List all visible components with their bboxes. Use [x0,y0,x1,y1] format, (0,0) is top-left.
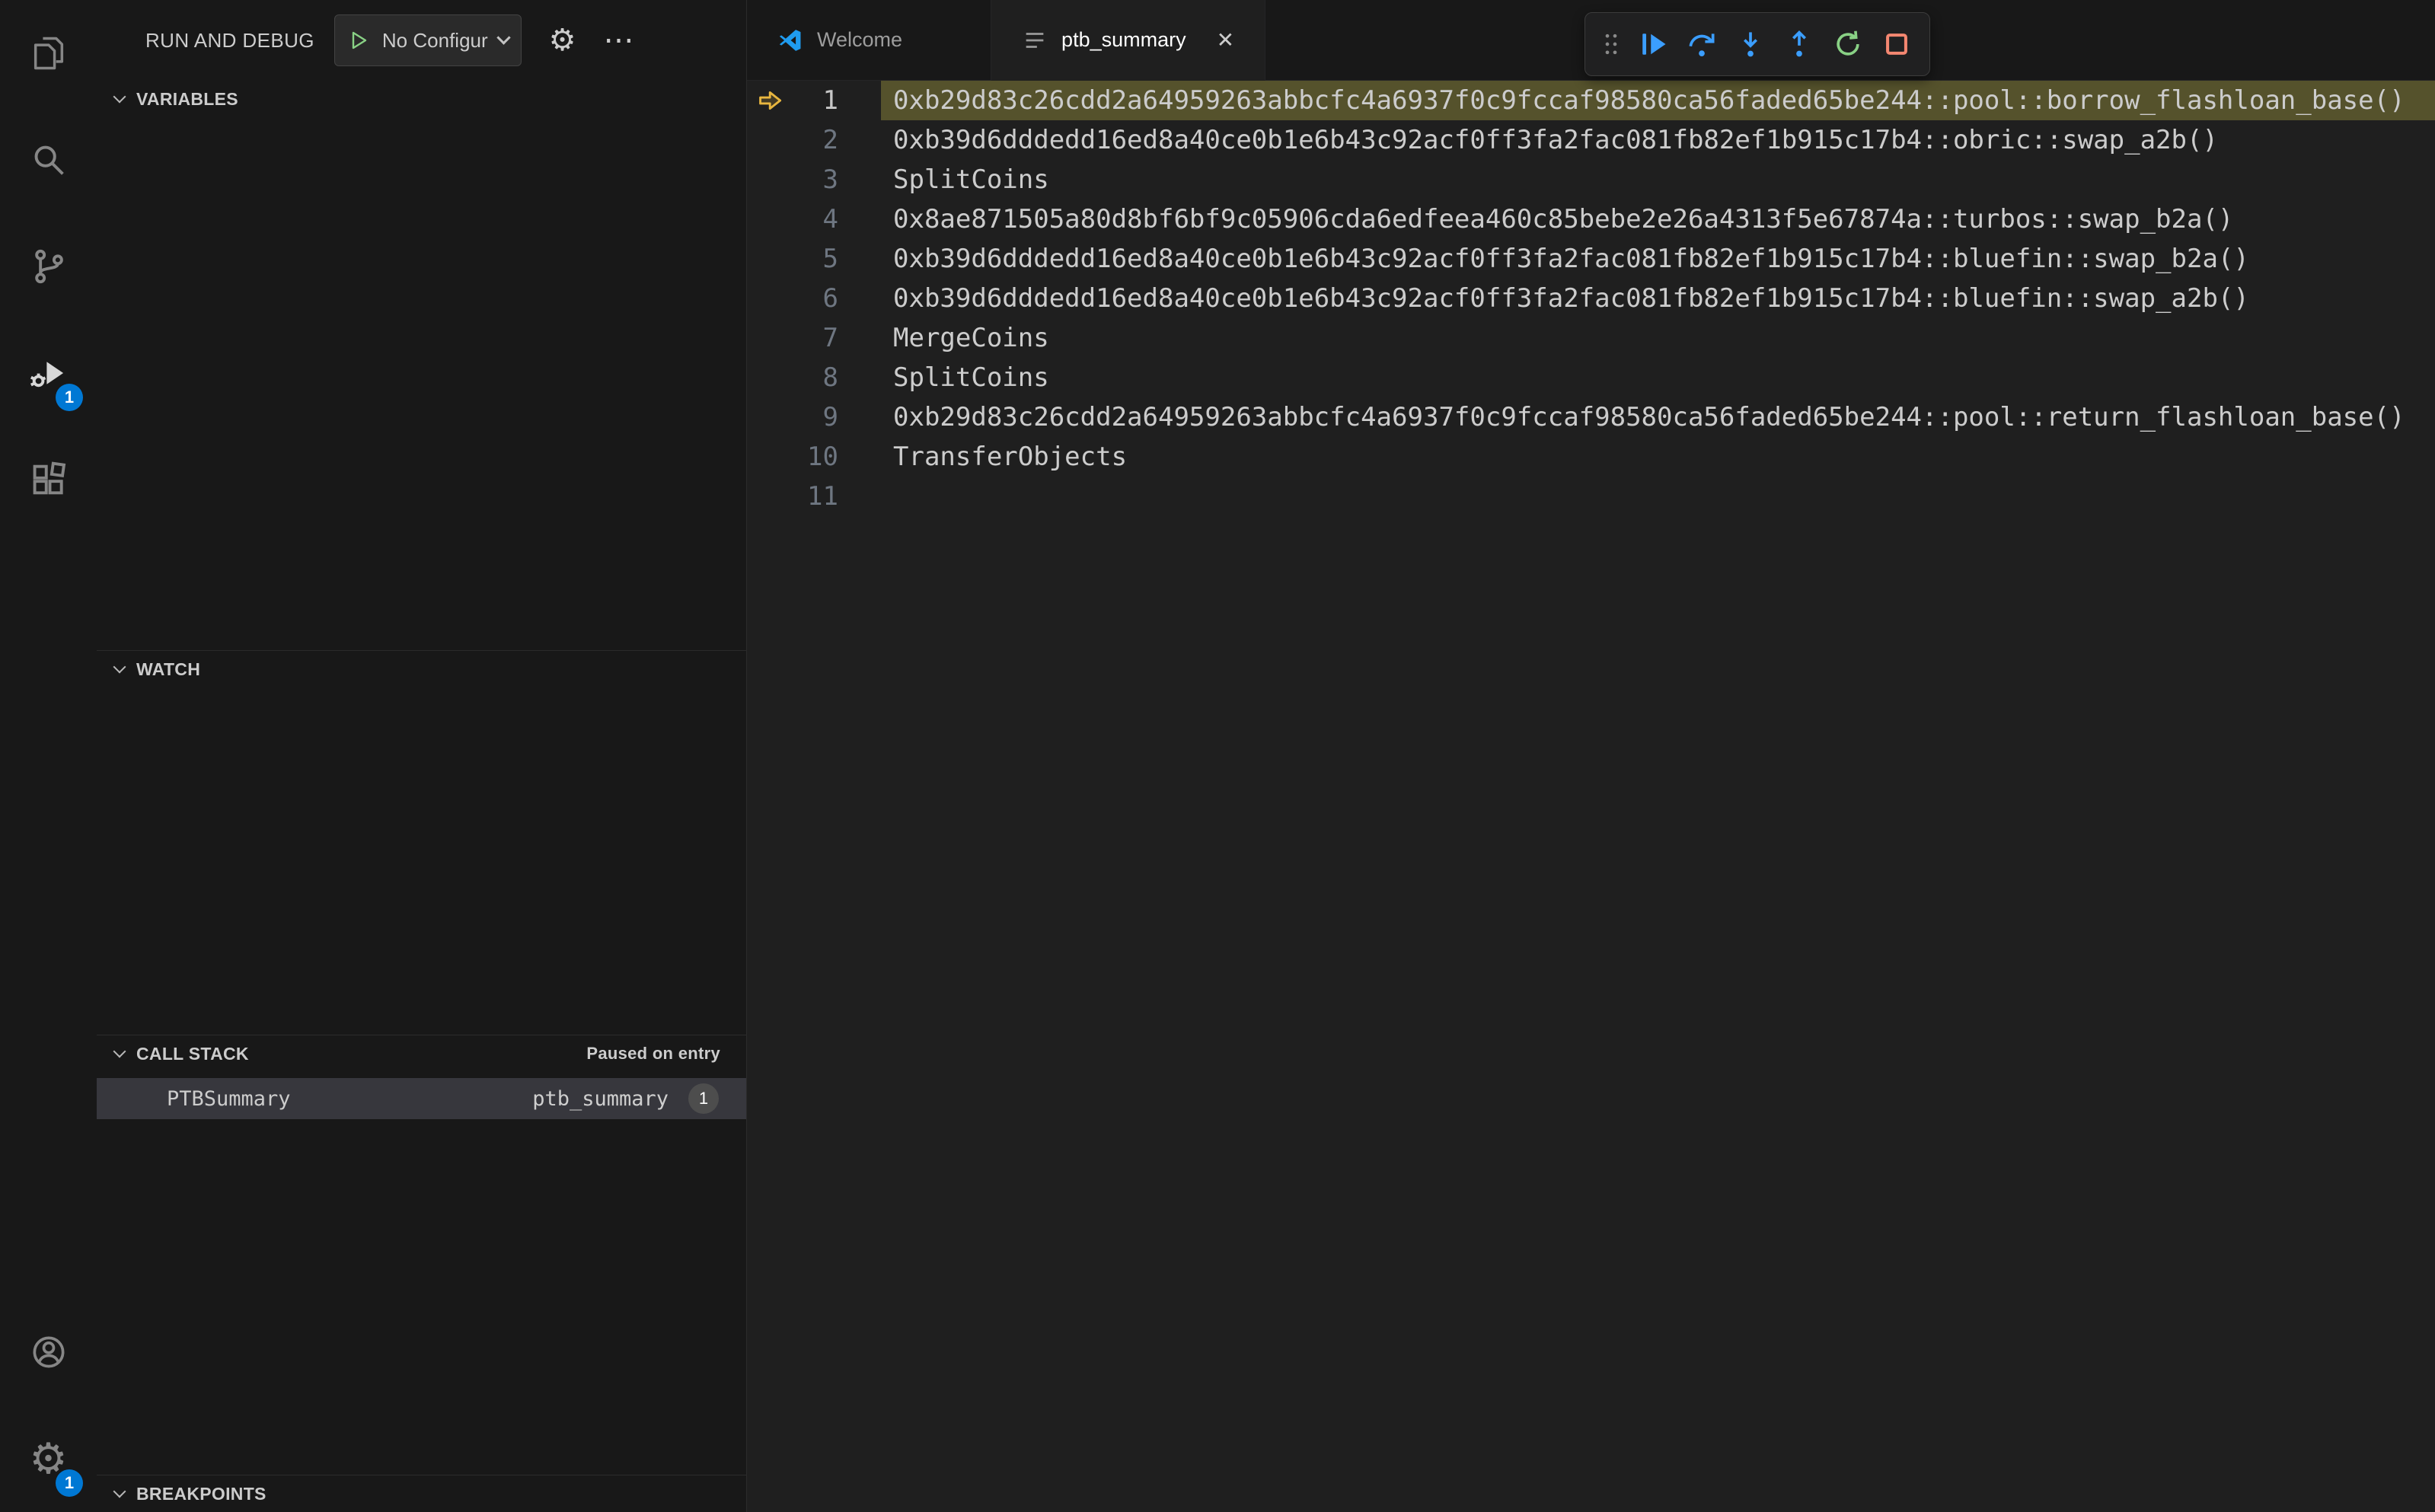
code-text[interactable]: SplitCoins [881,358,2435,397]
code-text[interactable]: SplitCoins [881,160,2435,199]
breakpoints-section-header[interactable]: BREAKPOINTS [97,1475,746,1512]
explorer-icon[interactable] [0,0,97,107]
chevron-down-icon [113,90,126,104]
call-stack-frame-row[interactable]: PTBSummary ptb_summary 1 [97,1078,746,1119]
line-number-gutter[interactable]: 8 [747,358,881,397]
sidebar-title: RUN AND DEBUG [145,28,314,52]
debug-step-into-icon[interactable] [1728,19,1773,69]
line-number-gutter[interactable]: 2 [747,120,881,160]
settings-count-badge: 1 [56,1469,83,1497]
call-stack-section: CALL STACK Paused on entry PTBSummary pt… [97,1035,746,1475]
chevron-down-icon [113,1485,126,1498]
code-editor[interactable]: 1 0xb29d83c26cdd2a64959263abbcfc4a6937f0… [747,81,2435,1512]
code-text[interactable]: 0xb39d6dddedd16ed8a40ce0b1e6b43c92acf0ff… [881,239,2435,279]
vscode-window: 1 ⚙ 1 RUN AND DEBUG No Configur ⚙ ⋯ VARI… [0,0,2435,1512]
debug-settings-gear-icon[interactable]: ⚙ [549,25,576,56]
line-number-gutter[interactable]: 7 [747,318,881,358]
account-icon[interactable] [0,1299,97,1405]
code-line[interactable]: 2 0xb39d6dddedd16ed8a40ce0b1e6b43c92acf0… [747,120,2435,160]
debug-step-over-icon[interactable] [1680,19,1724,69]
line-number-gutter[interactable]: 11 [747,477,881,516]
line-number-gutter[interactable]: 1 [747,81,881,120]
line-number-gutter[interactable]: 9 [747,397,881,437]
variables-body [97,117,746,650]
vscode-logo-icon [779,29,801,51]
tab-label: ptb_summary [1061,28,1186,51]
config-dropdown-label: No Configur [381,28,488,52]
activity-bar: 1 ⚙ 1 [0,0,97,1512]
code-text[interactable]: 0xb39d6dddedd16ed8a40ce0b1e6b43c92acf0ff… [881,279,2435,318]
paused-status-badge: Paused on entry [586,1044,720,1063]
list-file-icon [1026,32,1044,48]
code-line[interactable]: 10 TransferObjects [747,437,2435,477]
code-text[interactable]: 0xb29d83c26cdd2a64959263abbcfc4a6937f0c9… [881,81,2435,120]
code-text[interactable]: 0xb29d83c26cdd2a64959263abbcfc4a6937f0c9… [881,397,2435,437]
code-line[interactable]: 11 [747,477,2435,516]
line-number-gutter[interactable]: 3 [747,160,881,199]
debug-toolbar [1585,12,1930,76]
editor-tab-bar: Welcome ptb_summary ✕ [747,0,2435,81]
code-line[interactable]: 9 0xb29d83c26cdd2a64959263abbcfc4a6937f0… [747,397,2435,437]
extensions-icon[interactable] [0,426,97,533]
debug-count-badge: 1 [56,384,83,411]
run-debug-sidebar: RUN AND DEBUG No Configur ⚙ ⋯ VARIABLES … [97,0,747,1512]
debug-step-out-icon[interactable] [1777,19,1821,69]
watch-label: WATCH [136,659,201,679]
code-line[interactable]: 1 0xb29d83c26cdd2a64959263abbcfc4a6937f0… [747,81,2435,120]
line-number-gutter[interactable]: 4 [747,199,881,239]
close-icon[interactable]: ✕ [1217,27,1234,53]
code-text[interactable] [881,477,2435,516]
code-text[interactable]: TransferObjects [881,437,2435,477]
variables-section-header[interactable]: VARIABLES [97,81,746,117]
chevron-down-icon [113,1045,126,1058]
debug-config-dropdown[interactable]: No Configur [333,14,522,66]
code-line[interactable]: 5 0xb39d6dddedd16ed8a40ce0b1e6b43c92acf0… [747,239,2435,279]
settings-gear-icon[interactable]: ⚙ 1 [0,1405,97,1512]
code-text[interactable]: 0xb39d6dddedd16ed8a40ce0b1e6b43c92acf0ff… [881,120,2435,160]
tab-label: Welcome [817,28,903,51]
variables-section: VARIABLES [97,81,746,650]
debug-current-line-arrow-icon [759,91,782,110]
code-line[interactable]: 8 SplitCoins [747,358,2435,397]
breakpoints-label: BREAKPOINTS [136,1483,266,1504]
tab-ptb-summary[interactable]: ptb_summary ✕ [991,0,1266,81]
watch-body [97,687,746,1035]
code-line[interactable]: 7 MergeCoins [747,318,2435,358]
activity-bar-top: 1 [0,0,97,533]
start-debug-play-icon[interactable] [347,28,372,53]
line-number-gutter[interactable]: 6 [747,279,881,318]
variables-label: VARIABLES [136,88,238,109]
toolbar-drag-gripper[interactable] [1596,19,1626,69]
debug-stop-icon[interactable] [1875,19,1919,69]
call-stack-section-header[interactable]: CALL STACK Paused on entry [97,1035,746,1072]
call-stack-label: CALL STACK [136,1043,249,1064]
chevron-down-icon [496,30,511,45]
line-number-gutter[interactable]: 10 [747,437,881,477]
search-icon[interactable] [0,107,97,213]
code-text[interactable]: 0x8ae871505a80d8bf6bf9c05906cda6edfeea46… [881,199,2435,239]
watch-section: WATCH [97,650,746,1035]
line-number-gutter[interactable]: 5 [747,239,881,279]
frame-source: ptb_summary [532,1086,669,1111]
breakpoints-section: BREAKPOINTS [97,1475,746,1512]
source-control-icon[interactable] [0,213,97,320]
chevron-down-icon [113,660,126,674]
debug-continue-icon[interactable] [1631,19,1675,69]
activity-bar-bottom: ⚙ 1 [0,1299,97,1512]
more-actions-icon[interactable]: ⋯ [604,25,634,56]
watch-section-header[interactable]: WATCH [97,651,746,687]
run-and-debug-icon[interactable]: 1 [0,320,97,426]
frame-name: PTBSummary [167,1086,291,1111]
frame-count-badge: 1 [688,1083,719,1114]
debug-restart-icon[interactable] [1826,19,1870,69]
code-line[interactable]: 3 SplitCoins [747,160,2435,199]
code-line[interactable]: 4 0x8ae871505a80d8bf6bf9c05906cda6edfeea… [747,199,2435,239]
code-text[interactable]: MergeCoins [881,318,2435,358]
code-line[interactable]: 6 0xb39d6dddedd16ed8a40ce0b1e6b43c92acf0… [747,279,2435,318]
tab-welcome[interactable]: Welcome [747,0,992,80]
sidebar-header: RUN AND DEBUG No Configur ⚙ ⋯ [97,0,746,81]
editor-group: Welcome ptb_summary ✕ 1 0xb29d83c26cdd2a… [747,0,2435,1512]
